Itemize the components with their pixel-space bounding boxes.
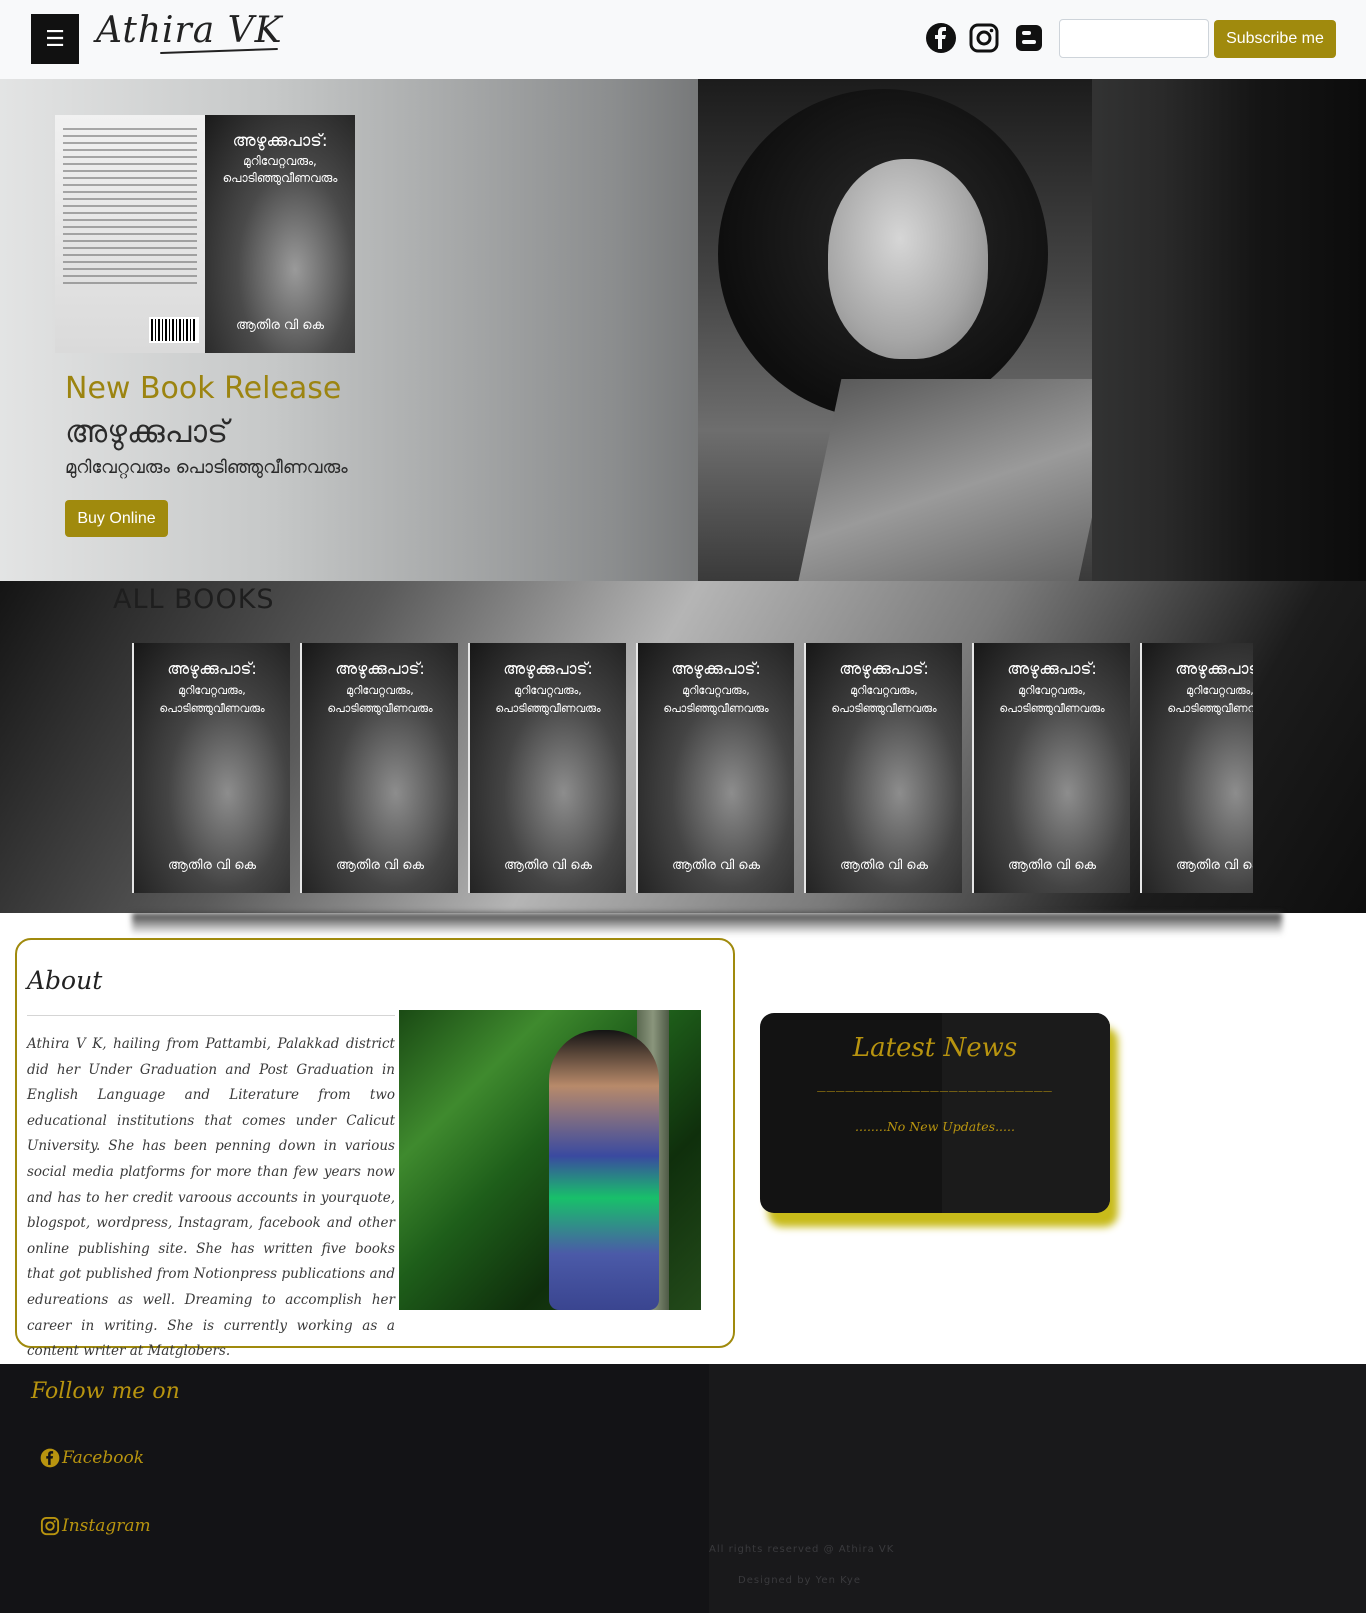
book-card-subtitle-2: പൊടിഞ്ഞുവീണവരും	[663, 702, 769, 715]
book-card[interactable]: അഴുക്കുപാട്: മുറിവേറ്റവരും, പൊടിഞ്ഞുവീണവരു…	[804, 643, 962, 893]
subscribe-button[interactable]: Subscribe me	[1214, 20, 1336, 58]
book-front-cover[interactable]: അഴുക്കുപാട്: മുറിവേറ്റവരും, പൊടിഞ്ഞുവീണവ…	[205, 115, 355, 353]
brand-logo[interactable]: Athira VK	[96, 10, 283, 51]
facebook-icon	[40, 1448, 60, 1468]
all-books-section: ALL BOOKS അഴുക്കുപാട്: മുറിവേറ്റവരും, പൊടി…	[0, 581, 1366, 913]
book-back-cover	[55, 115, 205, 353]
about-divider	[27, 1015, 395, 1016]
book-card-subtitle-2: പൊടിഞ്ഞുവീണവരും	[1167, 702, 1253, 715]
top-navbar: ☰ Athira VK Subscribe me	[0, 0, 1366, 79]
blogger-icon[interactable]	[1013, 22, 1045, 54]
author-portrait	[698, 79, 1092, 581]
book-card[interactable]: അഴുക്കുപാട്: മുറിവേറ്റവരും, പൊടിഞ്ഞുവീണവരു…	[972, 643, 1130, 893]
book-card-subtitle-2: പൊടിഞ്ഞുവീണവരും	[831, 702, 937, 715]
book-subtitle-2: പൊടിഞ്ഞുവീണവരും	[222, 171, 338, 185]
book-card-subtitle-2: പൊടിഞ്ഞുവീണവരും	[495, 702, 601, 715]
subscribe-email-input[interactable]	[1059, 19, 1209, 58]
hamburger-icon: ☰	[45, 26, 65, 52]
hero-book-name: അഴുക്കുപാട്	[65, 414, 228, 450]
book-card[interactable]: അഴുക്കുപാട്: മുറിവേറ്റവരും, പൊടിഞ്ഞുവീണവരു…	[636, 643, 794, 893]
book-card-author: ആതിര വി കെ	[840, 858, 928, 873]
instagram-icon	[40, 1516, 60, 1536]
book-card-subtitle-2: പൊടിഞ്ഞുവീണവരും	[327, 702, 433, 715]
footer-instagram-label: Instagram	[62, 1516, 151, 1536]
footer-facebook-label: Facebook	[62, 1448, 145, 1468]
barcode-icon	[149, 317, 199, 343]
book-card-title: അഴുക്കുപാട്:	[1007, 659, 1097, 678]
follow-title: Follow me on	[31, 1379, 180, 1404]
hero-banner: അഴുക്കുപാട്: മുറിവേറ്റവരും, പൊടിഞ്ഞുവീണവ…	[0, 79, 1366, 581]
news-divider: _________________________	[817, 1076, 1053, 1092]
carousel-shadow	[132, 913, 1282, 935]
book-card-title: അഴുക്കുപാട്:	[503, 659, 593, 678]
book-card-subtitle-1: മുറിവേറ്റവരും,	[346, 684, 414, 697]
instagram-icon[interactable]	[968, 22, 1000, 54]
book-card[interactable]: അഴുക്കുപാട്: മുറിവേറ്റവരും, പൊടിഞ്ഞുവീണവരു…	[132, 643, 290, 893]
book-card-title: അഴുക്കുപാട്:	[335, 659, 425, 678]
footer-instagram-link[interactable]: Instagram	[40, 1516, 151, 1536]
book-card-subtitle-1: മുറിവേറ്റവരും,	[1186, 684, 1253, 697]
book-card-subtitle-1: മുറിവേറ്റവരും,	[682, 684, 750, 697]
book-card-author: ആതിര വി കെ	[1008, 858, 1096, 873]
designed-by-text: Designed by Yen Kye	[738, 1575, 861, 1586]
footer: Follow me on Facebook Instagram All righ…	[0, 1364, 1366, 1613]
all-books-heading: ALL BOOKS	[113, 584, 275, 615]
book-card-subtitle-2: പൊടിഞ്ഞുവീണവരും	[999, 702, 1105, 715]
about-title: About	[27, 966, 103, 995]
book-author: ആതിര വി കെ	[236, 318, 324, 333]
book-subtitle-1: മുറിവേറ്റവരും,	[243, 154, 317, 168]
book-card-author: ആതിര വി കെ	[504, 858, 592, 873]
news-title: Latest News	[852, 1033, 1018, 1063]
book-card-title: അഴുക്കുപാട്:	[1175, 659, 1253, 678]
buy-online-button[interactable]: Buy Online	[65, 500, 168, 537]
book-card-title: അഴുക്കുപാട്:	[167, 659, 257, 678]
book-card-title: അഴുക്കുപാട്:	[839, 659, 929, 678]
book-card-author: ആതിര വി കെ	[1176, 858, 1253, 873]
book-card-title: അഴുക്കുപാട്:	[671, 659, 761, 678]
book-title: അഴുക്കുപാട്:	[232, 131, 328, 151]
footer-facebook-link[interactable]: Facebook	[40, 1448, 144, 1468]
book-card-subtitle-2: പൊടിഞ്ഞുവീണവരും	[159, 702, 265, 715]
book-card-subtitle-1: മുറിവേറ്റവരും,	[1018, 684, 1086, 697]
book-card-author: ആതിര വി കെ	[672, 858, 760, 873]
book-card[interactable]: അഴുക്കുപാട്: മുറിവേറ്റവരും, പൊടിഞ്ഞുവീണവരു…	[468, 643, 626, 893]
copyright-text: All rights reserved @ Athira VK	[709, 1544, 895, 1555]
book-card[interactable]: അഴുക്കുപാട്: മുറിവേറ്റവരും, പൊടിഞ്ഞുവീണവരു…	[1140, 643, 1253, 893]
news-message: ........No New Updates.....	[855, 1119, 1015, 1134]
book-card-author: ആതിര വി കെ	[336, 858, 424, 873]
book-carousel[interactable]: അഴുക്കുപാട്: മുറിവേറ്റവരും, പൊടിഞ്ഞുവീണവരു…	[132, 643, 1253, 893]
about-card: About Athira V K, hailing from Pattambi,…	[15, 938, 735, 1359]
book-card-subtitle-1: മുറിവേറ്റവരും,	[514, 684, 582, 697]
facebook-icon[interactable]	[925, 22, 957, 54]
book-card-subtitle-1: മുറിവേറ്റവരും,	[178, 684, 246, 697]
menu-toggle-button[interactable]: ☰	[31, 14, 79, 64]
book-card[interactable]: അഴുക്കുപാട്: മുറിവേറ്റവരും, പൊടിഞ്ഞുവീണവരു…	[300, 643, 458, 893]
book-card-subtitle-1: മുറിവേറ്റവരും,	[850, 684, 918, 697]
latest-news-card: Latest News _________________________ ..…	[760, 1013, 1110, 1213]
book-card-author: ആതിര വി കെ	[168, 858, 256, 873]
hero-book-subtitle: മുറിവേറ്റവരും പൊടിഞ്ഞുവീണവരും	[65, 457, 348, 478]
about-text: Athira V K, hailing from Pattambi, Palak…	[27, 1036, 395, 1360]
about-photo	[399, 1010, 701, 1310]
hero-title: New Book Release	[65, 371, 342, 406]
